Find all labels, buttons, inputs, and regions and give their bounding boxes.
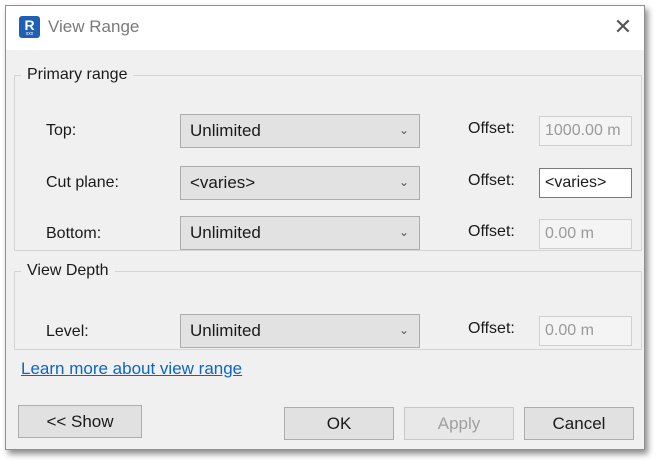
view-depth-group: View Depth Level: Unlimited ⌄ Offset: (14, 262, 642, 350)
level-label: Level: (46, 323, 89, 340)
top-label: Top: (46, 122, 77, 139)
top-dropdown[interactable]: Unlimited ⌄ (180, 114, 420, 148)
top-offset-label: Offset: (468, 120, 515, 137)
bottom-label: Bottom: (46, 225, 102, 242)
cut-plane-dropdown-value: <varies> (190, 173, 256, 192)
learn-more-link[interactable]: Learn more about view range (21, 359, 242, 379)
cancel-button[interactable]: Cancel (524, 407, 634, 440)
app-icon-letter: R (24, 17, 35, 33)
chevron-down-icon: ⌄ (398, 225, 409, 239)
bottom-dropdown-value: Unlimited (190, 223, 261, 242)
close-icon[interactable]: ✕ (610, 14, 636, 40)
chevron-down-icon: ⌄ (398, 323, 409, 337)
level-offset-label: Offset: (468, 320, 515, 337)
bottom-dropdown[interactable]: Unlimited ⌄ (180, 216, 420, 250)
cut-plane-dropdown[interactable]: <varies> ⌄ (180, 166, 420, 200)
app-icon: R xxx (19, 16, 40, 38)
level-dropdown-value: Unlimited (190, 321, 261, 340)
primary-range-group: Primary range Top: Unlimited ⌄ Offset: C… (14, 66, 642, 251)
cut-plane-offset-field[interactable] (539, 168, 632, 198)
level-dropdown[interactable]: Unlimited ⌄ (180, 314, 420, 348)
bottom-offset-label: Offset: (468, 223, 515, 240)
title-bar: R xxx View Range ✕ (6, 6, 644, 50)
show-button[interactable]: << Show (18, 405, 142, 438)
chevron-down-icon: ⌄ (398, 175, 409, 189)
chevron-down-icon: ⌄ (398, 123, 409, 137)
top-dropdown-value: Unlimited (190, 121, 261, 140)
cut-plane-offset-label: Offset: (468, 172, 515, 189)
apply-button[interactable]: Apply (404, 407, 514, 440)
view-depth-legend: View Depth (27, 262, 109, 279)
level-offset-field[interactable] (539, 316, 632, 346)
view-range-dialog: R xxx View Range ✕ Primary range Top: Un… (5, 5, 645, 450)
primary-range-legend: Primary range (27, 66, 128, 83)
cut-plane-label: Cut plane: (46, 174, 119, 191)
app-icon-sub: xxx (25, 31, 34, 37)
ok-button[interactable]: OK (284, 407, 394, 440)
top-offset-field[interactable] (539, 116, 632, 146)
window-title: View Range (48, 17, 140, 36)
bottom-offset-field[interactable] (539, 219, 632, 249)
